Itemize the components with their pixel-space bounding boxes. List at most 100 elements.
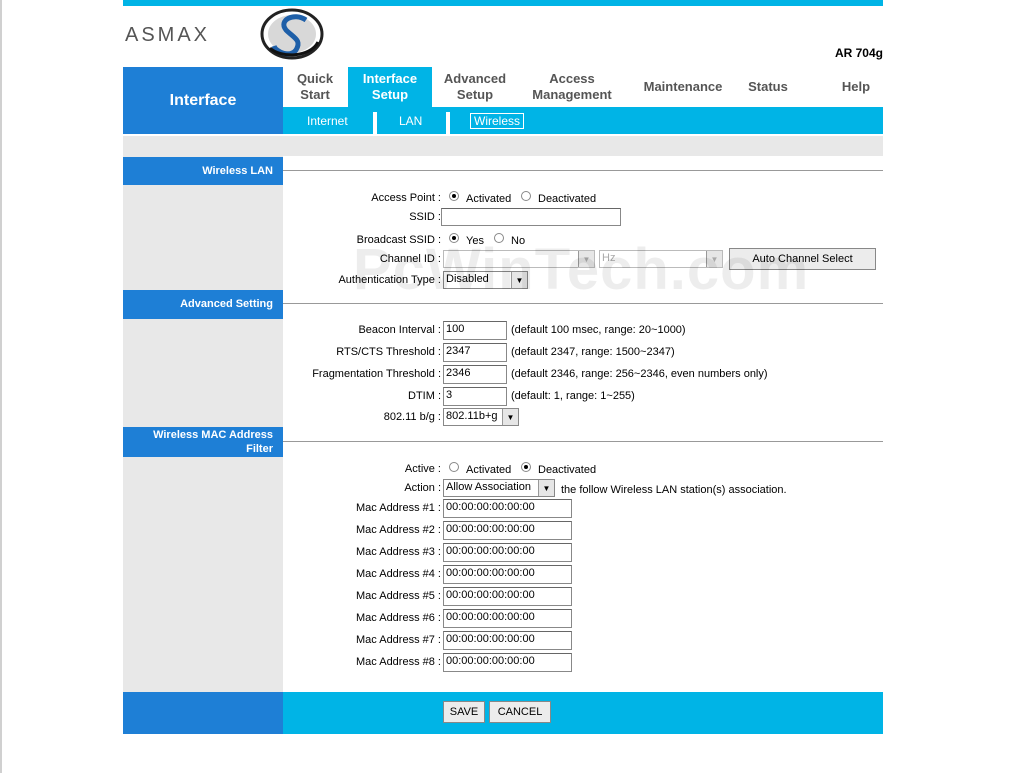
- mode-row: 802.11 b/g : 802.11b+g ▼: [283, 408, 883, 428]
- tab-access-management[interactable]: Access Management: [523, 67, 621, 107]
- mac-address-input[interactable]: 00:00:00:00:00:00: [443, 631, 572, 650]
- rts-threshold-input[interactable]: 2347: [443, 343, 507, 362]
- main-nav: Quick Start Interface Setup Advanced Set…: [283, 67, 883, 107]
- broadcast-yes-radio[interactable]: [449, 233, 459, 243]
- mac-filter-active-row: Active : Activated Deactivated: [283, 460, 883, 480]
- mac-filter-action-row: Action : Allow Association ▼ the follow W…: [283, 479, 883, 499]
- left-column: [123, 156, 283, 692]
- chevron-down-icon: ▼: [502, 409, 518, 425]
- sub-nav-divider: [373, 112, 377, 134]
- mac-address-input[interactable]: 00:00:00:00:00:00: [443, 653, 572, 672]
- beacon-interval-row: Beacon Interval : 100 (default 100 msec,…: [283, 321, 883, 341]
- nav-section-title: Interface: [123, 67, 283, 134]
- subtab-internet[interactable]: Internet: [307, 107, 348, 134]
- mac-address-row: Mac Address #4 : 00:00:00:00:00:00: [283, 565, 883, 585]
- subtab-wireless-label: Wireless: [470, 112, 525, 129]
- header: ASMAX AR 704g: [123, 6, 883, 64]
- tab-maintenance[interactable]: Maintenance: [633, 67, 733, 107]
- mode-select[interactable]: 802.11b+g ▼: [443, 408, 519, 426]
- mac-address-label: Mac Address #8 :: [356, 656, 441, 668]
- cancel-button[interactable]: CANCEL: [489, 701, 551, 723]
- section-divider: [283, 170, 883, 171]
- beacon-interval-input[interactable]: 100: [443, 321, 507, 340]
- auth-type-row: Authentication Type : Disabled ▼: [283, 271, 883, 291]
- mac-address-input[interactable]: 00:00:00:00:00:00: [443, 609, 572, 628]
- access-point-row: Access Point : Activated Deactivated: [283, 189, 883, 209]
- tab-advanced-setup[interactable]: Advanced Setup: [433, 67, 517, 107]
- dtim-row: DTIM : 3 (default: 1, range: 1~255): [283, 387, 883, 407]
- scrollbar[interactable]: [0, 0, 2, 773]
- mac-address-label: Mac Address #2 :: [356, 524, 441, 536]
- mac-address-input[interactable]: 00:00:00:00:00:00: [443, 587, 572, 606]
- mac-address-label: Mac Address #5 :: [356, 590, 441, 602]
- tab-label: Status: [748, 79, 788, 94]
- radio-label: Yes: [466, 235, 484, 247]
- beacon-interval-label: Beacon Interval :: [358, 324, 441, 336]
- mac-filter-action-label: Action :: [404, 482, 441, 494]
- tab-label: Advanced Setup: [443, 71, 507, 102]
- fragmentation-input[interactable]: 2346: [443, 365, 507, 384]
- mac-address-label: Mac Address #3 :: [356, 546, 441, 558]
- mac-filter-action-select[interactable]: Allow Association ▼: [443, 479, 555, 497]
- ssid-row: SSID :: [283, 208, 883, 228]
- mac-address-input[interactable]: 00:00:00:00:00:00: [443, 499, 572, 518]
- subtab-lan[interactable]: LAN: [399, 107, 422, 134]
- access-point-label: Access Point :: [371, 192, 441, 204]
- mode-value: 802.11b+g: [446, 410, 498, 422]
- mode-label: 802.11 b/g :: [383, 411, 441, 423]
- footer-left: [123, 692, 283, 734]
- mac-address-row: Mac Address #5 : 00:00:00:00:00:00: [283, 587, 883, 607]
- section-divider: [283, 303, 883, 304]
- chevron-down-icon: ▼: [538, 480, 554, 496]
- rts-threshold-label: RTS/CTS Threshold :: [336, 346, 441, 358]
- broadcast-no-radio[interactable]: [494, 233, 504, 243]
- tab-status[interactable]: Status: [739, 67, 797, 107]
- broadcast-ssid-label: Broadcast SSID :: [356, 234, 441, 246]
- auth-type-select[interactable]: Disabled ▼: [443, 271, 528, 289]
- tab-quick-start[interactable]: Quick Start: [283, 67, 347, 107]
- radio-label: Activated: [466, 464, 512, 476]
- chevron-down-icon: ▼: [511, 272, 527, 288]
- mac-address-input[interactable]: 00:00:00:00:00:00: [443, 521, 572, 540]
- beacon-interval-note: (default 100 msec, range: 20~1000): [511, 324, 686, 336]
- subtab-wireless[interactable]: Wireless: [470, 107, 525, 134]
- rts-threshold-row: RTS/CTS Threshold : 2347 (default 2347, …: [283, 343, 883, 363]
- mac-address-row: Mac Address #7 : 00:00:00:00:00:00: [283, 631, 883, 651]
- model-name: AR 704g: [834, 46, 883, 60]
- mac-address-label: Mac Address #7 :: [356, 634, 441, 646]
- section-label-advanced-setting: Advanced Setting: [123, 290, 283, 319]
- auth-type-label: Authentication Type :: [338, 274, 441, 286]
- tab-interface-setup[interactable]: Interface Setup: [348, 67, 432, 107]
- section-label-line: Wireless MAC Address: [153, 429, 273, 441]
- dtim-note: (default: 1, range: 1~255): [511, 390, 635, 402]
- access-point-activated-radio[interactable]: [449, 191, 459, 201]
- logo-text: ASMAX: [125, 24, 211, 46]
- radio-label: Deactivated: [538, 464, 597, 476]
- ssid-input[interactable]: [441, 208, 621, 226]
- tab-help[interactable]: Help: [831, 67, 881, 107]
- chevron-down-icon: ▼: [578, 251, 594, 267]
- mac-address-input[interactable]: 00:00:00:00:00:00: [443, 565, 572, 584]
- section-divider: [283, 441, 883, 442]
- dtim-input[interactable]: 3: [443, 387, 507, 406]
- mac-address-label: Mac Address #6 :: [356, 612, 441, 624]
- sub-nav: Internet LAN Wireless: [283, 107, 883, 134]
- channel-frequency-select[interactable]: Hz ▼: [599, 250, 723, 268]
- mac-filter-action-note: the follow Wireless LAN station(s) assoc…: [561, 484, 787, 496]
- mac-filter-deactivated-radio[interactable]: [521, 462, 531, 472]
- router-admin-page: ASMAX AR 704g Interface Quick Start Inte…: [123, 0, 883, 734]
- radio-label: Deactivated: [538, 193, 597, 205]
- mac-address-input[interactable]: 00:00:00:00:00:00: [443, 543, 572, 562]
- mac-address-label: Mac Address #1 :: [356, 502, 441, 514]
- channel-select[interactable]: ▼: [443, 250, 595, 268]
- section-label-mac-filter: Wireless MAC Address Filter: [123, 427, 283, 457]
- save-button[interactable]: SAVE: [443, 701, 485, 723]
- access-point-deactivated-radio[interactable]: [521, 191, 531, 201]
- frequency-value: Hz: [602, 252, 616, 264]
- tab-label: Interface Setup: [362, 71, 418, 102]
- tab-label: Access Management: [532, 71, 612, 102]
- auto-channel-select-button[interactable]: Auto Channel Select: [729, 248, 876, 270]
- chevron-down-icon: ▼: [706, 251, 722, 267]
- mac-filter-activated-radio[interactable]: [449, 462, 459, 472]
- section-label-line: Filter: [246, 443, 273, 455]
